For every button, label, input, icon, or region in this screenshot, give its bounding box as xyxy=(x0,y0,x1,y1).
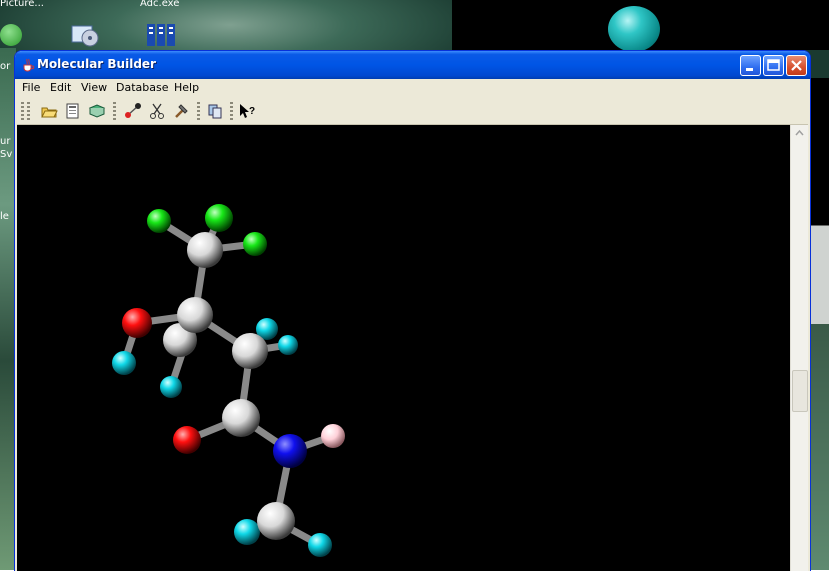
utorrent-icon[interactable] xyxy=(0,24,22,46)
fluorine-atom[interactable] xyxy=(205,204,233,232)
close-button[interactable] xyxy=(786,55,807,76)
carbon-atom[interactable] xyxy=(257,502,295,540)
toolbar-separator xyxy=(197,102,200,120)
desktop-icon-label-adc[interactable]: Adc.exe xyxy=(140,0,179,9)
desktop-side-label: le xyxy=(0,211,9,222)
vertical-scrollbar[interactable] xyxy=(790,125,808,571)
adc-exe-icon[interactable] xyxy=(146,22,176,48)
title-bar[interactable]: Molecular Builder xyxy=(15,51,810,79)
picture-shortcut-icon[interactable] xyxy=(70,22,100,48)
oxygen-atom[interactable] xyxy=(122,308,152,338)
desktop-icon-label-picture[interactable]: Picture... xyxy=(0,0,44,9)
menu-database[interactable]: Database xyxy=(116,81,169,94)
nitrogen-atom[interactable] xyxy=(273,434,307,468)
minimize-icon xyxy=(746,68,753,71)
molecule-render xyxy=(112,204,345,557)
toolbar-grip[interactable] xyxy=(21,102,24,120)
context-help-icon[interactable]: ? xyxy=(238,102,256,120)
polar-hydrogen-atom[interactable] xyxy=(321,424,345,448)
bonds xyxy=(120,214,337,549)
hydrogen-atom[interactable] xyxy=(308,533,332,557)
book-icon[interactable] xyxy=(88,102,106,120)
hydrogen-atom[interactable] xyxy=(112,351,136,375)
desktop-right-strip xyxy=(808,78,829,570)
carbon-atom[interactable] xyxy=(232,333,268,369)
maximize-button[interactable] xyxy=(763,55,784,76)
oxygen-atom[interactable] xyxy=(173,426,201,454)
link-atoms-icon[interactable] xyxy=(124,102,142,120)
fluorine-atom[interactable] xyxy=(243,232,267,256)
menu-bar: File Edit View Database Help xyxy=(17,79,808,98)
atoms xyxy=(112,204,345,557)
toolbar: ? xyxy=(17,98,808,125)
menu-file[interactable]: File xyxy=(22,81,40,94)
save-icon[interactable] xyxy=(64,102,82,120)
menu-edit[interactable]: Edit xyxy=(50,81,71,94)
svg-text:?: ? xyxy=(249,106,255,117)
open-folder-icon[interactable] xyxy=(40,102,58,120)
desktop-sphere-graphic xyxy=(608,6,660,52)
molecule-viewport[interactable] xyxy=(17,125,790,571)
build-hammer-icon[interactable] xyxy=(172,102,190,120)
menu-view[interactable]: View xyxy=(81,81,107,94)
carbon-atom[interactable] xyxy=(177,297,213,333)
scroll-thumb[interactable] xyxy=(792,370,808,412)
scroll-up-button[interactable] xyxy=(791,125,808,142)
cut-icon[interactable] xyxy=(148,102,166,120)
menu-help[interactable]: Help xyxy=(174,81,199,94)
maximize-icon xyxy=(767,59,780,71)
chevron-up-icon xyxy=(795,129,804,136)
window-title: Molecular Builder xyxy=(37,57,156,71)
carbon-atom[interactable] xyxy=(222,399,260,437)
desktop-side-label: ur xyxy=(0,136,11,147)
copy-icon[interactable] xyxy=(206,102,224,120)
hydrogen-atom[interactable] xyxy=(160,376,182,398)
desktop-side-label: Sv xyxy=(0,149,13,160)
fluorine-atom[interactable] xyxy=(147,209,171,233)
molecular-builder-window: Molecular Builder File Edit View Databas… xyxy=(14,50,811,571)
hydrogen-atom[interactable] xyxy=(234,519,260,545)
hydrogen-atom[interactable] xyxy=(278,335,298,355)
desktop-side-label: or xyxy=(0,61,11,72)
close-icon xyxy=(791,60,802,71)
toolbar-separator xyxy=(230,102,233,120)
toolbar-separator xyxy=(113,102,116,120)
java-cup-icon xyxy=(21,58,35,72)
toolbar-grip[interactable] xyxy=(27,102,30,120)
carbon-atom[interactable] xyxy=(187,232,223,268)
minimize-button[interactable] xyxy=(740,55,761,76)
